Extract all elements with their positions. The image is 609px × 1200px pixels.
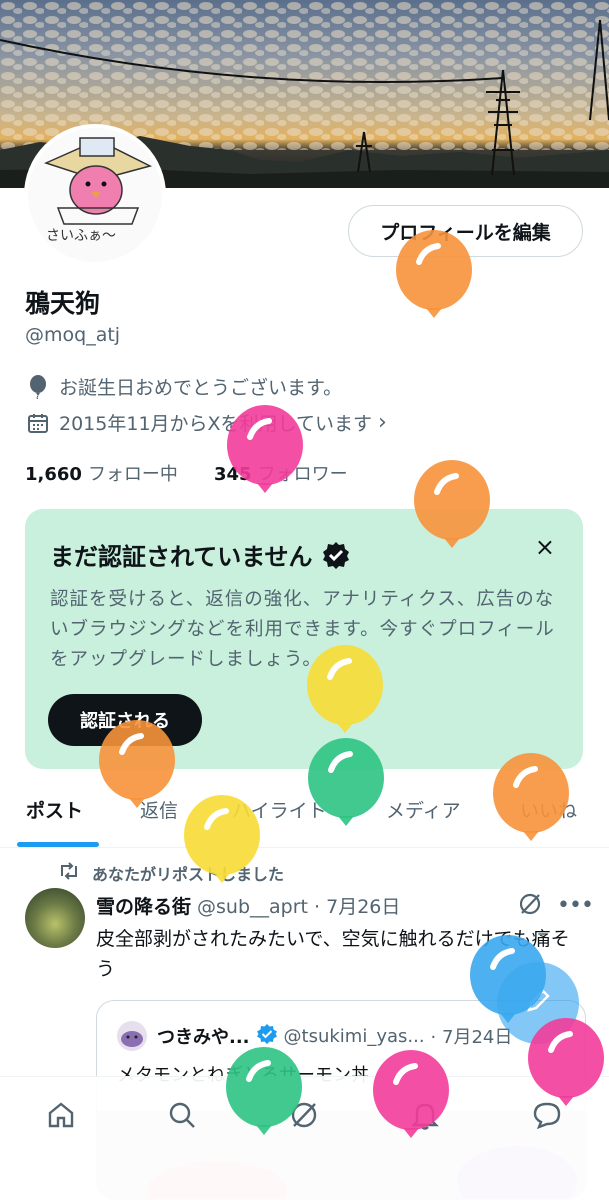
chevron-right-icon: › [377, 410, 387, 435]
quoted-post-header: つきみや... @tsukimi_yas... · 7月24日 [117, 1021, 512, 1051]
calendar-icon [25, 410, 51, 436]
tab-posts[interactable]: ポスト [26, 796, 83, 823]
profile-avatar[interactable]: さいふぁ〜 [24, 124, 166, 266]
avatar-caption: さいふぁ〜 [46, 228, 116, 244]
joined-text: 2015年11月からXを利用しています [59, 413, 372, 435]
post-meta: @sub__aprt · 7月26日 [197, 896, 401, 918]
verification-card-title: まだ認証されていません [50, 543, 313, 571]
balloon-icon [394, 230, 474, 330]
verified-blue-icon [256, 1023, 278, 1050]
balloon-icon [306, 738, 386, 838]
display-name: 鴉天狗 [25, 289, 101, 318]
joined-row[interactable]: 2015年11月からXを利用しています › [25, 409, 387, 436]
verified-badge-icon [321, 540, 351, 570]
balloon-icon [491, 753, 571, 853]
balloon-icon [225, 405, 305, 505]
bottom-navigation [0, 1076, 609, 1200]
more-options-icon[interactable]: ••• [557, 893, 594, 918]
birthday-text: お誕生日おめでとうございます。 [59, 377, 343, 399]
active-tab-indicator [17, 842, 99, 847]
search-icon[interactable] [162, 1095, 202, 1135]
balloon-icon [526, 1018, 606, 1118]
birthday-row: お誕生日おめでとうございます。 [25, 373, 342, 400]
balloon-icon [97, 720, 177, 820]
verification-card-title-row: まだ認証されていません [50, 537, 351, 572]
grok-icon[interactable] [517, 891, 543, 921]
quoted-author-avatar [117, 1021, 147, 1051]
tab-media[interactable]: メディア [386, 796, 461, 823]
repost-icon [58, 862, 80, 884]
following-link[interactable]: 1,660 フォロー中 [25, 460, 178, 486]
post-header: 雪の降る街 @sub__aprt · 7月26日 [96, 892, 400, 919]
following-label: フォロー中 [87, 464, 178, 485]
quoted-author-name: つきみや... [157, 1027, 250, 1048]
user-handle: @moq_atj [25, 324, 121, 346]
close-icon[interactable]: × [535, 533, 555, 561]
balloon-icon [224, 1047, 304, 1147]
post-author-avatar[interactable] [25, 888, 85, 948]
balloon-icon [182, 795, 262, 895]
balloon-icon [371, 1050, 451, 1150]
quoted-author-handle: @tsukimi_yas... [283, 1025, 425, 1047]
balloon-icon [25, 374, 51, 400]
balloon-icon [412, 460, 492, 560]
post-author-name[interactable]: 雪の降る街 [96, 892, 191, 919]
home-icon[interactable] [41, 1095, 81, 1135]
balloon-icon [305, 645, 385, 745]
following-count: 1,660 [25, 464, 82, 485]
